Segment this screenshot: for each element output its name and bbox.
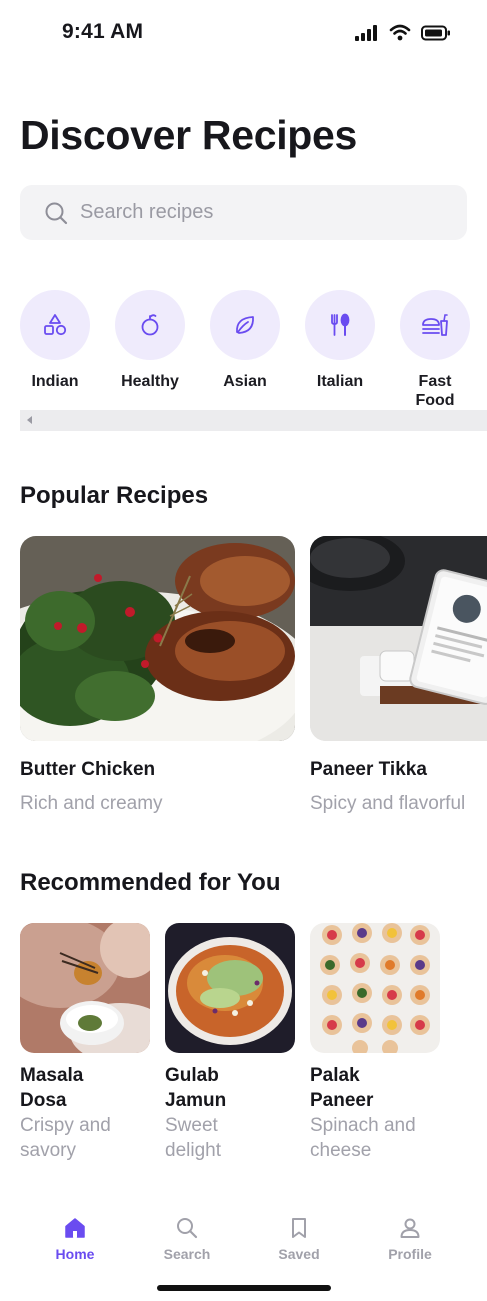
recipe-subtitle: Sweet delight: [165, 1115, 221, 1161]
horizontal-scrollbar[interactable]: [20, 410, 487, 431]
recommended-card[interactable]: Gulab Jamun Sweet delight: [165, 923, 295, 1163]
page-title: Discover Recipes: [20, 112, 358, 158]
recipe-image: [20, 536, 295, 741]
category-italian[interactable]: Italian: [305, 290, 375, 410]
utensils-icon: [331, 313, 350, 336]
status-time: 9:41 AM: [62, 20, 144, 43]
cellular-signal-icon: [355, 24, 377, 41]
category-icon-circle: [210, 290, 280, 360]
nav-saved[interactable]: Saved: [254, 1216, 344, 1262]
burger-drink-icon: [422, 314, 448, 336]
category-label: Healthy: [121, 373, 179, 390]
battery-icon: [421, 25, 450, 40]
recommended-section-title: Recommended for You: [20, 869, 281, 896]
category-label: Asian: [223, 373, 267, 390]
nav-label: Profile: [388, 1246, 432, 1262]
recipe-subtitle: Spicy and flavorful: [310, 793, 466, 814]
search-icon: [45, 202, 68, 224]
category-icon-circle: [20, 290, 90, 360]
search-icon: [177, 1218, 198, 1239]
category-label: Italian: [316, 373, 364, 390]
status-icons: [355, 24, 451, 41]
popular-recipes-list[interactable]: Butter Chicken Rich and creamy Paneer Ti…: [20, 536, 487, 826]
user-icon: [400, 1218, 420, 1238]
recipe-title: Gulab Jamun: [165, 1065, 227, 1111]
recipe-image: [310, 923, 440, 1053]
apple-icon: [141, 314, 159, 336]
recipe-image: [20, 923, 150, 1053]
shapes-icon: [44, 314, 67, 336]
nav-home[interactable]: Home: [30, 1216, 120, 1262]
category-icon-circle: [305, 290, 375, 360]
category-icon-circle: [115, 290, 185, 360]
category-label: Fast Food: [415, 373, 455, 409]
recipe-subtitle: Rich and creamy: [20, 793, 163, 814]
status-bar: 9:41 AM: [0, 0, 487, 66]
recipe-image: [310, 536, 487, 741]
recipe-image: [165, 923, 295, 1053]
search-bar[interactable]: [20, 185, 467, 240]
category-icon-circle: [400, 290, 470, 360]
nav-label: Saved: [278, 1246, 320, 1262]
nav-profile[interactable]: Profile: [365, 1216, 455, 1262]
nav-search[interactable]: Search: [142, 1216, 232, 1262]
search-input[interactable]: [80, 201, 440, 224]
recipe-card[interactable]: Paneer Tikka Spicy and flavorful: [310, 536, 487, 815]
recipe-subtitle: Crispy and savory: [20, 1115, 111, 1161]
home-indicator[interactable]: [157, 1285, 331, 1291]
scroll-left-arrow-icon[interactable]: [27, 416, 32, 424]
recipe-subtitle: Spinach and cheese: [310, 1115, 416, 1161]
recipe-card[interactable]: Butter Chicken Rich and creamy: [20, 536, 295, 815]
category-indian[interactable]: Indian: [20, 290, 90, 410]
home-icon: [65, 1218, 85, 1238]
category-healthy[interactable]: Healthy: [115, 290, 185, 410]
category-scroller[interactable]: Indian Healthy Asian Italian Fast Food: [20, 290, 487, 410]
popular-section-title: Popular Recipes: [20, 482, 209, 509]
category-asian[interactable]: Asian: [210, 290, 280, 410]
recommended-list[interactable]: Masala Dosa Crispy and savory Gulab Jamu…: [20, 923, 487, 1173]
recipe-title: Butter Chicken: [20, 759, 156, 780]
category-fast-food[interactable]: Fast Food: [400, 290, 470, 410]
nav-label: Home: [55, 1246, 95, 1262]
wifi-icon: [389, 24, 411, 41]
recipe-title: Paneer Tikka: [310, 759, 427, 780]
category-label: Indian: [31, 373, 79, 390]
recipe-title: Masala Dosa: [20, 1065, 84, 1111]
nav-label: Search: [163, 1246, 211, 1262]
recommended-card[interactable]: Palak Paneer Spinach and cheese: [310, 923, 440, 1163]
bookmark-icon: [292, 1218, 306, 1238]
recommended-card[interactable]: Masala Dosa Crispy and savory: [20, 923, 150, 1163]
leaf-icon: [236, 316, 254, 334]
recipe-title: Palak Paneer: [310, 1065, 374, 1111]
